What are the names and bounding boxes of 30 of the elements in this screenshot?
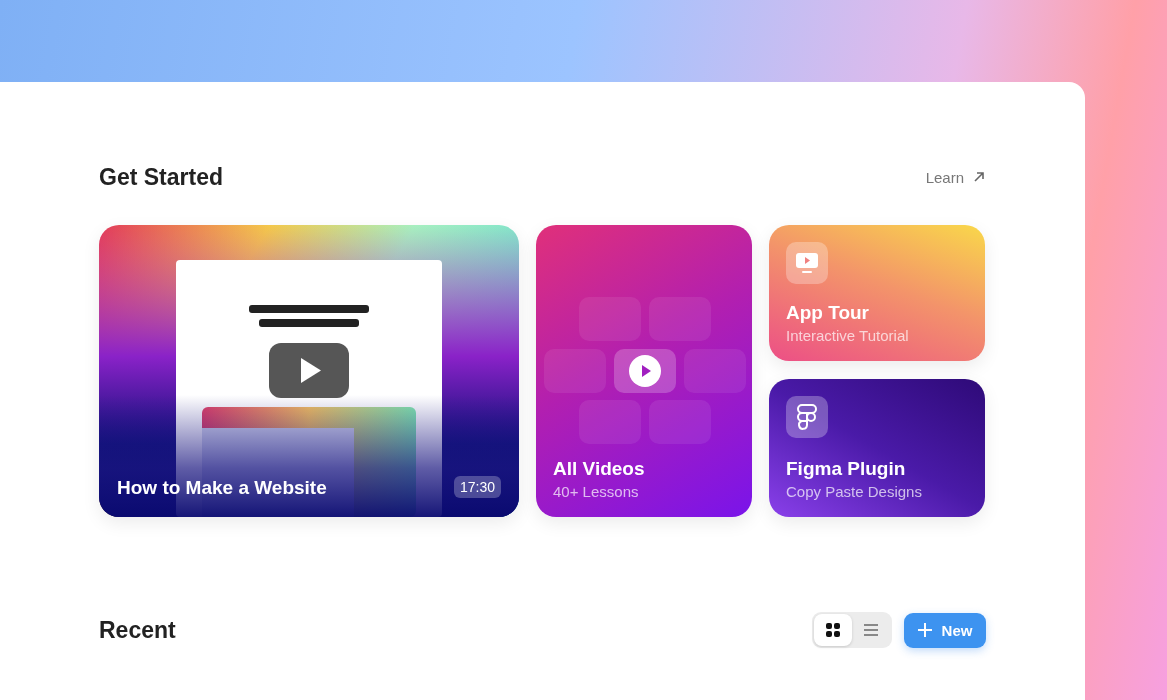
- play-icon: [629, 355, 661, 387]
- list-icon: [864, 624, 878, 636]
- monitor-icon: [794, 250, 820, 276]
- grid-view-button[interactable]: [814, 614, 852, 646]
- plus-icon: [917, 623, 932, 637]
- card-subtitle: 40+ Lessons: [553, 483, 640, 500]
- video-tile: [684, 349, 746, 393]
- video-card[interactable]: How to Make a Website 17:30: [99, 225, 519, 517]
- learn-link[interactable]: Learn: [925, 168, 986, 186]
- section-title: Get Started: [99, 163, 223, 191]
- card-title: App Tour: [786, 302, 870, 324]
- section-title: Recent: [99, 616, 176, 644]
- card-title: All Videos: [553, 458, 646, 480]
- video-tile: [579, 400, 641, 444]
- play-icon[interactable]: [269, 343, 349, 398]
- plugin-card[interactable]: Figma Plugin Copy Paste Designs: [769, 379, 985, 517]
- video-tile: [579, 297, 641, 341]
- arrow-icon: [972, 170, 986, 184]
- video-title: How to Make a Website: [117, 477, 327, 499]
- grid-icon: [826, 623, 840, 637]
- video-tile: [544, 349, 606, 393]
- video-tile: [649, 297, 711, 341]
- duration-badge: 17:30: [453, 476, 501, 498]
- card-subtitle: Copy Paste Designs: [786, 483, 923, 500]
- card-subtitle: Interactive Tutorial: [786, 327, 910, 344]
- figma-icon: [796, 403, 818, 431]
- videos-card[interactable]: All Videos 40+ Lessons: [536, 225, 752, 517]
- new-button[interactable]: New: [904, 612, 986, 648]
- card-title: Figma Plugin: [786, 458, 907, 480]
- video-tile: [649, 400, 711, 444]
